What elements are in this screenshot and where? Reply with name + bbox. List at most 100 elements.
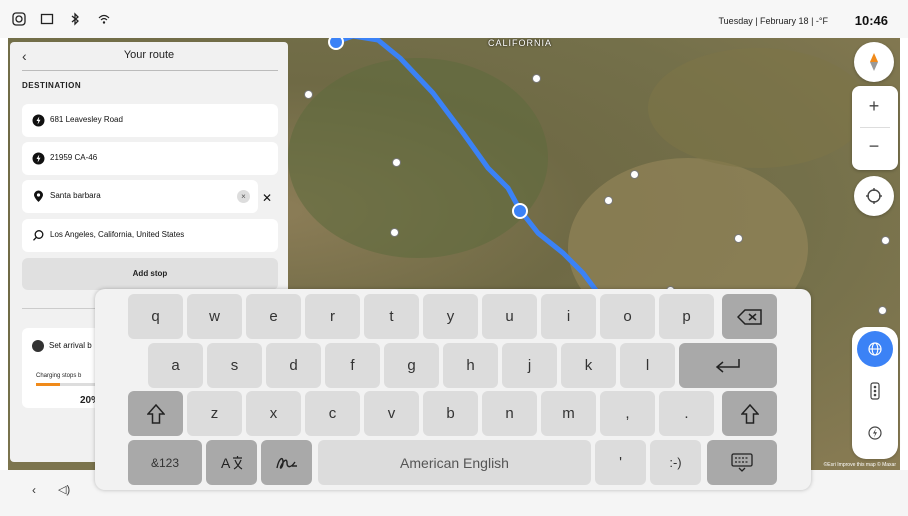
stop-field-1[interactable]: 681 Leavesley Road bbox=[22, 104, 278, 137]
search-icon bbox=[33, 230, 44, 241]
key-f[interactable]: f bbox=[325, 343, 380, 388]
clear-input-icon[interactable]: × bbox=[237, 190, 250, 203]
wifi-icon[interactable] bbox=[97, 12, 111, 26]
traffic-light-icon bbox=[870, 382, 880, 400]
key-w[interactable]: w bbox=[187, 294, 242, 339]
zoom-out-button[interactable]: − bbox=[852, 126, 896, 166]
recenter-icon bbox=[866, 188, 882, 204]
key-period[interactable]: . bbox=[659, 391, 714, 436]
add-stop-button[interactable]: Add stop bbox=[22, 258, 278, 290]
stop-field-text: Los Angeles, California, United States bbox=[50, 230, 185, 239]
shift-icon bbox=[740, 403, 759, 424]
compass-icon bbox=[870, 53, 878, 71]
highway-badge bbox=[734, 234, 743, 243]
key-m[interactable]: m bbox=[541, 391, 596, 436]
screen-record-icon[interactable] bbox=[12, 12, 26, 26]
charging-station-icon bbox=[32, 114, 45, 127]
key-z[interactable]: z bbox=[187, 391, 242, 436]
backspace-key[interactable] bbox=[722, 294, 777, 339]
highway-badge bbox=[878, 306, 887, 315]
highway-badge bbox=[392, 158, 401, 167]
bluetooth-icon[interactable] bbox=[68, 12, 82, 26]
stop-field-2[interactable]: 21959 CA-46 bbox=[22, 142, 278, 175]
divider bbox=[22, 70, 278, 71]
key-c[interactable]: c bbox=[305, 391, 360, 436]
stop-field-text: 681 Leavesley Road bbox=[50, 115, 123, 124]
volume-icon[interactable]: ◁) bbox=[58, 483, 70, 496]
key-g[interactable]: g bbox=[384, 343, 439, 388]
window-icon[interactable] bbox=[40, 12, 54, 26]
backspace-icon bbox=[736, 308, 762, 325]
panel-title: Your route bbox=[123, 49, 175, 61]
stop-field-4[interactable]: Los Angeles, California, United States bbox=[22, 219, 278, 252]
compass-button[interactable] bbox=[854, 42, 894, 82]
minus-icon: − bbox=[868, 135, 880, 156]
emoticon-key[interactable]: :-) bbox=[650, 440, 701, 485]
key-y[interactable]: y bbox=[423, 294, 478, 339]
divider bbox=[860, 127, 890, 128]
traffic-layer-button[interactable] bbox=[857, 373, 893, 409]
highway-badge bbox=[881, 236, 890, 245]
pin-icon bbox=[34, 190, 43, 202]
key-v[interactable]: v bbox=[364, 391, 419, 436]
translate-icon: A bbox=[221, 455, 242, 471]
key-o[interactable]: o bbox=[600, 294, 655, 339]
hide-keyboard-icon bbox=[731, 452, 753, 472]
shift-key-left[interactable] bbox=[128, 391, 183, 436]
key-a[interactable]: a bbox=[148, 343, 203, 388]
symbols-key[interactable]: &123 bbox=[128, 440, 202, 485]
recenter-button[interactable] bbox=[854, 176, 894, 216]
key-p[interactable]: p bbox=[659, 294, 714, 339]
clock: 10:46 bbox=[854, 13, 888, 28]
shift-key-right[interactable] bbox=[722, 391, 777, 436]
globe-icon bbox=[868, 342, 882, 356]
key-k[interactable]: k bbox=[561, 343, 616, 388]
stop-field-input-text[interactable]: Santa barbara bbox=[50, 191, 101, 200]
stop-field-text: 21959 CA-46 bbox=[50, 153, 98, 162]
destination-heading: DESTINATION bbox=[22, 81, 82, 90]
key-l[interactable]: l bbox=[620, 343, 675, 388]
charge-progress-fill bbox=[36, 383, 60, 386]
key-j[interactable]: j bbox=[502, 343, 557, 388]
key-b[interactable]: b bbox=[423, 391, 478, 436]
plus-icon: + bbox=[868, 95, 880, 116]
date-weather-text: Tuesday | February 18 | -°F bbox=[718, 16, 828, 26]
zoom-control: + − bbox=[852, 86, 898, 170]
clock-icon bbox=[32, 340, 44, 352]
stop-field-3[interactable]: Santa barbara × bbox=[22, 180, 258, 213]
space-key[interactable]: American English bbox=[318, 440, 591, 485]
key-h[interactable]: h bbox=[443, 343, 498, 388]
charging-station-icon bbox=[32, 152, 45, 165]
on-screen-keyboard: q w e r t y u i o p a s d f g h j k l z … bbox=[95, 289, 811, 490]
hide-keyboard-key[interactable] bbox=[707, 440, 777, 485]
zoom-in-button[interactable]: + bbox=[852, 86, 896, 126]
remove-stop-icon[interactable]: ✕ bbox=[262, 191, 272, 205]
highway-badge bbox=[630, 170, 639, 179]
key-i[interactable]: i bbox=[541, 294, 596, 339]
key-r[interactable]: r bbox=[305, 294, 360, 339]
map-layer-toolbar bbox=[852, 327, 898, 459]
key-e[interactable]: e bbox=[246, 294, 301, 339]
enter-key[interactable] bbox=[679, 343, 777, 388]
highway-badge bbox=[532, 74, 541, 83]
globe-layer-button[interactable] bbox=[857, 331, 893, 367]
key-apostrophe[interactable]: ' bbox=[595, 440, 646, 485]
back-icon[interactable]: ‹ bbox=[32, 483, 36, 497]
panel-header: ‹ Your route bbox=[10, 42, 288, 70]
key-x[interactable]: x bbox=[246, 391, 301, 436]
key-t[interactable]: t bbox=[364, 294, 419, 339]
enter-icon bbox=[715, 358, 740, 373]
key-d[interactable]: d bbox=[266, 343, 321, 388]
charging-stop-marker[interactable] bbox=[512, 203, 528, 219]
key-n[interactable]: n bbox=[482, 391, 537, 436]
arrival-label: Set arrival b bbox=[49, 341, 92, 350]
key-comma[interactable]: , bbox=[600, 391, 655, 436]
highway-badge bbox=[604, 196, 613, 205]
charging-layer-button[interactable] bbox=[857, 415, 893, 451]
key-s[interactable]: s bbox=[207, 343, 262, 388]
key-u[interactable]: u bbox=[482, 294, 537, 339]
language-key[interactable]: A bbox=[206, 440, 257, 485]
handwriting-key[interactable] bbox=[261, 440, 312, 485]
map-attribution: ©Esri Improve this map © Maxar bbox=[823, 462, 896, 468]
key-q[interactable]: q bbox=[128, 294, 183, 339]
